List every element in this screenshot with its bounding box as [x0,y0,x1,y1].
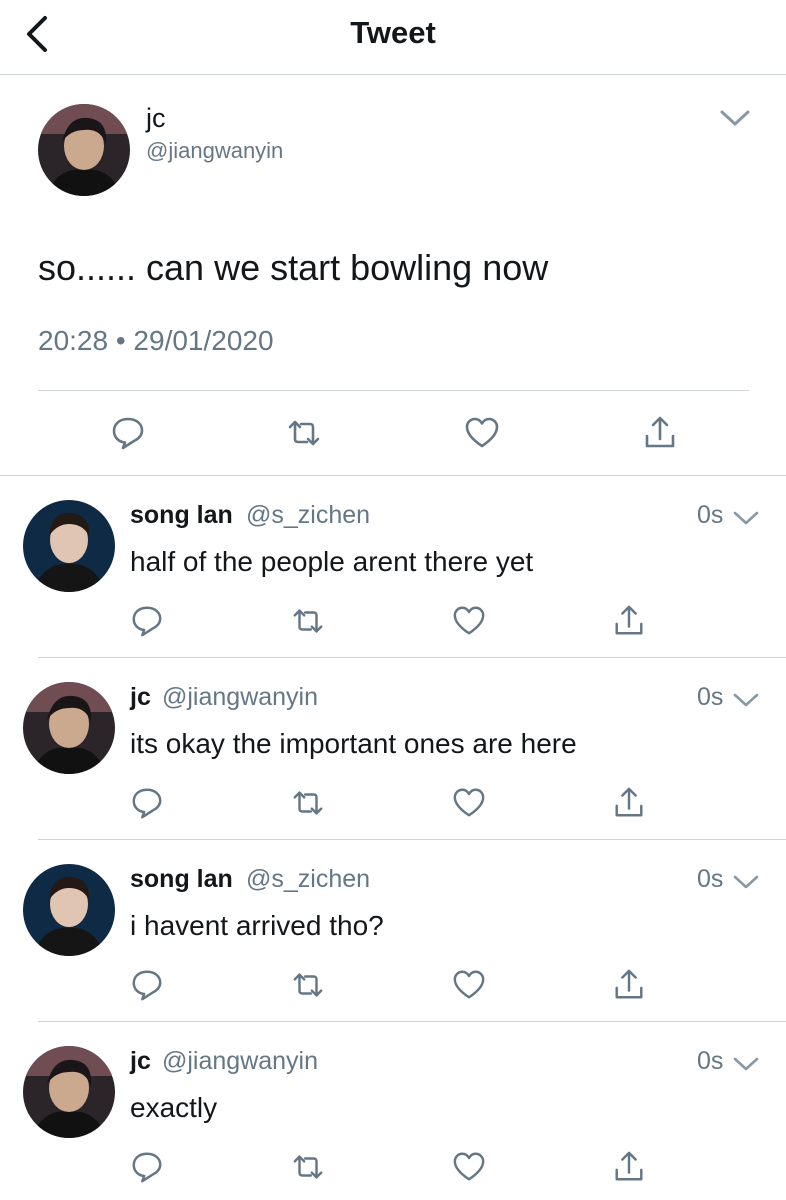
tweet-age: 0s [697,1047,724,1075]
retweet-icon[interactable] [291,786,325,820]
tweet-actions [0,968,786,1004]
reply-text: its okay the important ones are here [130,728,577,759]
share-icon[interactable] [612,968,646,1002]
share-icon[interactable] [612,1150,646,1184]
author-name[interactable]: jc [130,1047,151,1076]
author-name[interactable]: jc [146,103,166,134]
tweet-actions [0,604,786,640]
avatar[interactable] [38,104,130,196]
reply-text: half of the people arent there yet [130,546,534,577]
retweet-icon[interactable] [291,1150,325,1184]
author-handle[interactable]: @jiangwanyin [162,1047,318,1076]
reply-icon[interactable] [110,415,146,451]
retweet-icon[interactable] [291,968,325,1002]
reply-icon[interactable] [130,968,164,1002]
author-handle[interactable]: @s_zichen [246,865,370,894]
reply-icon[interactable] [130,604,164,638]
tweet-actions [0,1150,786,1186]
tweet-text: so...... can we start bowling now [38,247,549,288]
author-handle[interactable]: @s_zichen [246,501,370,530]
author-name[interactable]: song lan [130,865,233,894]
avatar[interactable] [23,682,115,774]
avatar[interactable] [23,500,115,592]
tweet-age: 0s [697,865,724,893]
tweet-actions [0,415,786,455]
avatar[interactable] [23,864,115,956]
chevron-down-icon[interactable] [719,107,751,129]
top-bar: Tweet [0,0,786,75]
tweet-age: 0s [697,501,724,529]
reply-tweet[interactable]: song lan @s_zichen 0s half of the people… [0,476,786,658]
share-icon[interactable] [642,415,678,451]
reply-tweet[interactable]: song lan @s_zichen 0s i havent arrived t… [0,840,786,1022]
author-handle[interactable]: @jiangwanyin [146,138,283,164]
author-handle[interactable]: @jiangwanyin [162,683,318,712]
reply-icon[interactable] [130,1150,164,1184]
main-tweet: jc @jiangwanyin so...... can we start bo… [0,75,786,476]
tweet-actions [0,786,786,822]
like-icon[interactable] [452,968,486,1002]
author-name[interactable]: song lan [130,501,233,530]
like-icon[interactable] [452,604,486,638]
reply-text: exactly [130,1092,218,1123]
reply-icon[interactable] [130,786,164,820]
chevron-down-icon[interactable] [733,510,759,528]
retweet-icon[interactable] [291,604,325,638]
divider [38,390,749,391]
tweet-age: 0s [697,683,724,711]
tweet-timestamp: 20:28 • 29/01/2020 [38,325,274,356]
author-name[interactable]: jc [130,683,151,712]
reply-text: i havent arrived tho? [130,910,384,941]
avatar[interactable] [23,1046,115,1138]
retweet-icon[interactable] [286,415,322,451]
reply-tweet[interactable]: jc @jiangwanyin 0s its okay the importan… [0,658,786,840]
share-icon[interactable] [612,786,646,820]
like-icon[interactable] [464,415,500,451]
chevron-down-icon[interactable] [733,1056,759,1074]
like-icon[interactable] [452,1150,486,1184]
page-title: Tweet [350,15,436,50]
chevron-down-icon[interactable] [733,692,759,710]
reply-tweet[interactable]: jc @jiangwanyin 0s exactly [0,1022,786,1200]
chevron-down-icon[interactable] [733,874,759,892]
like-icon[interactable] [452,786,486,820]
share-icon[interactable] [612,604,646,638]
